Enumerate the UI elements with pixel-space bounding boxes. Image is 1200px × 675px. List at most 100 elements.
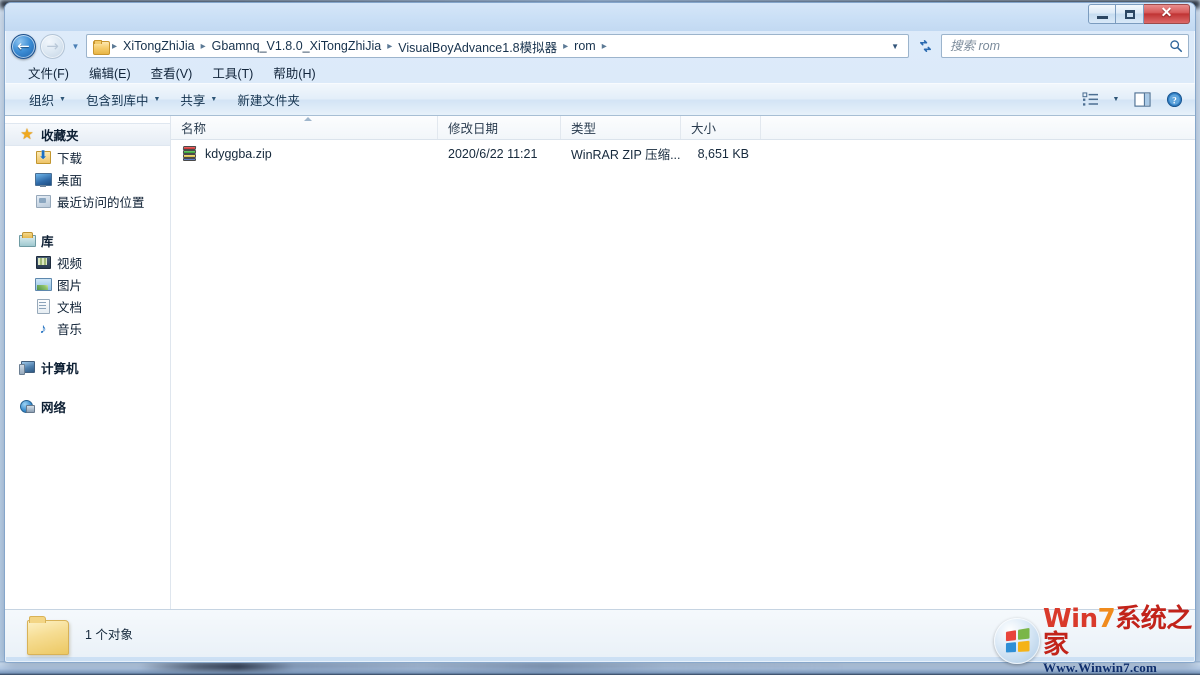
new-folder-button[interactable]: 新建文件夹: [227, 86, 310, 113]
view-options-button[interactable]: [1075, 88, 1105, 112]
picture-icon: [35, 276, 52, 292]
column-header-name[interactable]: 名称: [171, 116, 438, 139]
recent-places-icon: [35, 193, 51, 209]
maximize-icon: [1124, 9, 1135, 19]
status-item-count: 1 个对象: [85, 628, 133, 642]
menu-item-edit[interactable]: 编辑(E): [80, 61, 140, 84]
breadcrumb-dropdown-button[interactable]: ▼: [884, 42, 906, 51]
sidebar-item-label: 视频: [57, 256, 83, 271]
organize-label: 组织: [29, 94, 55, 108]
back-button[interactable]: ←: [11, 33, 36, 59]
sidebar-item-downloads[interactable]: 下载: [5, 146, 170, 168]
include-in-library-button[interactable]: 包含到库中 ▼: [76, 86, 170, 113]
document-icon: [35, 298, 51, 314]
sidebar-item-favorites[interactable]: ★ 收藏夹: [5, 123, 170, 146]
sidebar-item-label: 最近访问的位置: [57, 195, 145, 210]
forward-button[interactable]: →: [40, 33, 65, 59]
refresh-button[interactable]: [913, 34, 937, 58]
column-header-label: 类型: [571, 122, 597, 136]
sidebar-item-pictures[interactable]: 图片: [5, 273, 170, 295]
column-header-filler: [761, 116, 1195, 139]
sidebar-item-label: 音乐: [57, 322, 83, 337]
share-label: 共享: [180, 94, 206, 108]
column-header-label: 名称: [181, 122, 207, 136]
forward-arrow-icon: →: [46, 36, 59, 55]
column-header-date-modified[interactable]: 修改日期: [438, 116, 561, 139]
sidebar-item-computer[interactable]: 计算机: [5, 356, 170, 378]
breadcrumb-separator: ▸: [200, 40, 206, 52]
sidebar-item-network[interactable]: 网络: [5, 395, 170, 417]
sidebar-item-documents[interactable]: 文档: [5, 295, 170, 317]
file-date-cell: 2020/6/22 11:21: [448, 146, 538, 161]
breadcrumb-separator: ▸: [563, 40, 569, 52]
chevron-down-icon: ▼: [59, 96, 66, 103]
search-icon: [1168, 38, 1184, 54]
minimize-button[interactable]: [1088, 4, 1116, 24]
chevron-down-icon: ▼: [210, 96, 218, 103]
library-icon: [19, 232, 36, 248]
window-controls: ✕: [1088, 4, 1190, 24]
help-button[interactable]: ?: [1159, 88, 1189, 112]
menu-item-tools[interactable]: 工具(T): [203, 61, 262, 84]
nav-group-gap: [5, 378, 170, 395]
file-list-pane[interactable]: 名称 修改日期 类型 大小 kdyggba.zip 2020/6/22 11:2…: [171, 116, 1195, 609]
column-header-row: 名称 修改日期 类型 大小: [171, 116, 1195, 140]
navigation-pane[interactable]: ★ 收藏夹 下载 桌面 最近访问的位置 库 视频: [5, 116, 171, 609]
sidebar-item-label: 下载: [57, 151, 83, 166]
column-header-size[interactable]: 大小: [681, 116, 761, 139]
search-input[interactable]: [950, 39, 1168, 53]
organize-button[interactable]: 组织 ▼: [19, 86, 76, 113]
table-row[interactable]: kdyggba.zip 2020/6/22 11:21 WinRAR ZIP 压…: [171, 140, 1195, 167]
svg-text:?: ?: [1172, 96, 1177, 106]
video-icon: [35, 254, 51, 270]
winrar-zip-icon: [181, 145, 198, 162]
sidebar-item-recent-places[interactable]: 最近访问的位置: [5, 190, 170, 212]
history-dropdown-button[interactable]: ▼: [69, 36, 82, 56]
star-icon: ★: [20, 125, 34, 143]
breadcrumb-separator: ▸: [601, 40, 607, 52]
sort-ascending-icon: [304, 117, 312, 121]
window-body: ★ 收藏夹 下载 桌面 最近访问的位置 库 视频: [5, 116, 1195, 609]
maximize-button[interactable]: [1116, 4, 1144, 24]
nav-group-gap: [5, 212, 170, 229]
search-box[interactable]: [941, 34, 1189, 58]
share-button[interactable]: 共享 ▼: [170, 86, 227, 113]
watermark: Win7系统之家 Www.Winwin7.com: [994, 606, 1194, 675]
windows-logo-icon: [994, 618, 1040, 664]
menu-item-file[interactable]: 文件(F): [19, 61, 78, 84]
breadcrumb-item-3[interactable]: VisualBoyAdvance1.8模拟器: [394, 35, 561, 57]
nav-group-gap: [5, 339, 170, 356]
title-bar[interactable]: ✕: [5, 3, 1195, 31]
view-options-dropdown[interactable]: ▼: [1107, 88, 1125, 112]
back-arrow-icon: ←: [17, 36, 30, 55]
breadcrumb-item-4[interactable]: rom: [570, 37, 600, 55]
file-size-cell: 8,651 KB: [697, 146, 749, 161]
sidebar-item-music[interactable]: ♪ 音乐: [5, 317, 170, 339]
breadcrumb[interactable]: ▸ XiTongZhiJia ▸ Gbamnq_V1.8.0_XiTongZhi…: [86, 34, 909, 58]
sidebar-item-videos[interactable]: 视频: [5, 251, 170, 273]
sidebar-item-label: 文档: [57, 300, 83, 315]
watermark-title: Win7系统之家: [1043, 606, 1194, 658]
column-header-type[interactable]: 类型: [561, 116, 681, 139]
breadcrumb-item-1[interactable]: XiTongZhiJia: [119, 37, 199, 55]
watermark-title-seven: 7: [1097, 604, 1116, 635]
column-header-label: 修改日期: [448, 122, 499, 136]
file-name-label: kdyggba.zip: [205, 146, 272, 161]
taskbar-buttons-blurred[interactable]: [140, 662, 840, 671]
menu-item-help[interactable]: 帮助(H): [264, 61, 324, 84]
minimize-icon: [1096, 16, 1108, 19]
breadcrumb-item-2[interactable]: Gbamnq_V1.8.0_XiTongZhiJia: [208, 37, 386, 55]
file-type-cell: WinRAR ZIP 压缩...: [571, 148, 681, 162]
sidebar-item-libraries[interactable]: 库: [5, 229, 170, 251]
menu-item-view[interactable]: 查看(V): [142, 61, 202, 84]
file-name-cell[interactable]: kdyggba.zip: [171, 145, 438, 162]
view-list-icon: [1081, 92, 1098, 106]
preview-pane-button[interactable]: [1127, 88, 1157, 112]
folder-icon: [93, 39, 110, 55]
watermark-url: Www.Winwin7.com: [1043, 660, 1157, 675]
sidebar-item-label: 网络: [41, 400, 67, 415]
computer-icon: [19, 359, 35, 375]
chevron-down-icon: ▼: [71, 41, 80, 51]
sidebar-item-desktop[interactable]: 桌面: [5, 168, 170, 190]
close-button[interactable]: ✕: [1144, 4, 1190, 24]
